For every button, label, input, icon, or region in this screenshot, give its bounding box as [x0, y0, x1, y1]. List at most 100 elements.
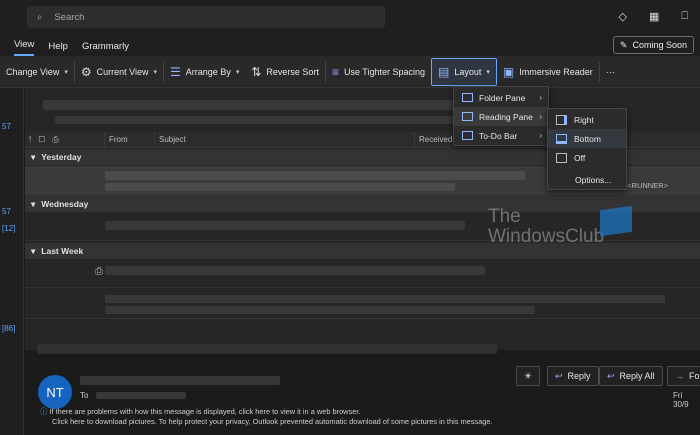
layout-button[interactable]: ▤ Layout ▾	[431, 57, 497, 86]
gift-icon[interactable]: ⎕	[681, 10, 688, 23]
blurred-text	[80, 376, 280, 385]
chevron-down-icon: ▾	[235, 68, 240, 76]
reply-all-button[interactable]: ↩ Reply All	[599, 366, 663, 386]
menu-item-label: Reading Pane	[479, 111, 533, 122]
avatar: NT	[38, 375, 72, 409]
todo-bar-icon	[462, 131, 473, 140]
menu-item-options[interactable]: Options...	[548, 170, 626, 189]
menu-item-right[interactable]: Right	[548, 110, 626, 129]
layout-dropdown: Folder Pane › Reading Pane › To-Do Bar ›	[453, 86, 549, 146]
unread-count[interactable]: [12]	[2, 224, 15, 233]
menu-item-reading-pane[interactable]: Reading Pane ›	[454, 107, 548, 126]
pane-off-icon	[556, 152, 567, 163]
forward-label: Fo	[689, 371, 700, 381]
chevron-down-icon: ▾	[31, 151, 36, 162]
tab-help[interactable]: Help	[48, 41, 68, 56]
chevron-down-icon: ▾	[153, 68, 158, 76]
tab-grammarly[interactable]: Grammarly	[82, 41, 129, 56]
column-subject[interactable]: Subject	[155, 131, 415, 148]
menu-item-label: To-Do Bar	[479, 130, 518, 141]
blurred-text	[105, 183, 455, 191]
reply-button[interactable]: ↩ Reply	[547, 366, 599, 386]
chevron-down-icon: ▾	[64, 68, 68, 76]
info-icon: ⓘ	[40, 407, 48, 416]
forward-button[interactable]: → Fo	[667, 366, 700, 386]
unread-count[interactable]: [86]	[2, 324, 15, 333]
menu-item-off[interactable]: Off	[548, 148, 626, 167]
menu-item-bottom[interactable]: Bottom	[548, 129, 626, 148]
tighter-spacing-label: Use Tighter Spacing	[343, 66, 425, 77]
unread-count[interactable]: 57	[2, 122, 11, 131]
received-date: Fri 30/9	[673, 391, 689, 409]
group-label: Yesterday	[41, 152, 82, 162]
blurred-text	[105, 266, 485, 275]
coming-soon-label: Coming Soon	[632, 40, 687, 50]
chevron-down-icon: ▾	[31, 198, 36, 209]
arrange-by-button[interactable]: ☰ Arrange By ▾	[164, 58, 245, 86]
menu-item-label: Off	[574, 152, 586, 163]
menu-bar: View Help Grammarly	[0, 34, 700, 56]
immersive-reader-button[interactable]: ▣ Immersive Reader	[497, 58, 599, 86]
ribbon: Change View ▾ ⚙ Current View ▾ ☰ Arrange…	[0, 56, 700, 88]
reminder-icon: ☐	[38, 135, 46, 144]
change-view-button[interactable]: Change View ▾	[0, 58, 74, 86]
immersive-reader-icon: ▣	[502, 64, 515, 79]
pane-right-icon	[556, 114, 567, 125]
tab-view[interactable]: View	[14, 39, 35, 56]
search-box[interactable]: ⌕ Search	[27, 6, 385, 28]
importance-icon: !	[29, 135, 32, 144]
chevron-down-icon: ▾	[31, 245, 36, 256]
menu-item-folder-pane[interactable]: Folder Pane ›	[454, 88, 548, 107]
unread-count[interactable]: 57	[2, 207, 11, 216]
blurred-text	[96, 392, 186, 399]
coming-soon-button[interactable]: ✎ Coming Soon	[612, 36, 694, 54]
group-label: Last Week	[41, 246, 84, 256]
forward-icon: →	[675, 371, 684, 381]
info-bar[interactable]: ⓘ If there are problems with how this me…	[40, 407, 493, 427]
watermark-logo	[600, 205, 632, 237]
blurred-text	[43, 100, 463, 110]
column-icons[interactable]: ! ☐ ⎙	[25, 131, 105, 148]
more-options-icon: ···	[605, 66, 615, 77]
grid-icon[interactable]: ▦	[649, 10, 659, 23]
to-label: To	[80, 391, 89, 400]
group-label: Wednesday	[41, 199, 89, 209]
column-from[interactable]: From	[105, 131, 155, 148]
arrange-by-label: Arrange By	[185, 66, 231, 77]
message-row[interactable]: ⎙	[25, 260, 700, 288]
reading-pane-submenu: Right Bottom Off Options...	[547, 108, 627, 190]
more-options-button[interactable]: ···	[600, 58, 621, 86]
paperclip-icon: ⎙	[95, 266, 103, 277]
sun-icon: ☀	[523, 370, 533, 381]
reply-all-label: Reply All	[619, 371, 655, 381]
title-bar-icons: ◇ ▦ ⎕	[619, 10, 688, 23]
message-row[interactable]	[25, 289, 700, 319]
current-view-button[interactable]: ⚙ Current View ▾	[75, 58, 163, 86]
blurred-text	[55, 116, 455, 124]
info-line: Click here to download pictures. To help…	[52, 417, 493, 426]
reply-icon: ↩	[555, 370, 563, 381]
menu-item-todo-bar[interactable]: To-Do Bar ›	[454, 126, 548, 145]
reverse-sort-label: Reverse Sort	[266, 66, 319, 77]
arrange-icon: ☰	[170, 64, 181, 79]
spacing-icon: ≡	[331, 64, 339, 79]
watermark: The WindowsClub	[488, 207, 604, 247]
tighter-spacing-button[interactable]: ≡ Use Tighter Spacing	[326, 58, 431, 86]
attachment-icon: ⎙	[52, 134, 59, 144]
theme-toggle-button[interactable]: ☀	[516, 366, 540, 386]
current-view-label: Current View	[96, 66, 149, 77]
immersive-reader-label: Immersive Reader	[519, 66, 593, 77]
menu-item-label: Bottom	[574, 133, 601, 144]
diamond-icon[interactable]: ◇	[619, 10, 627, 23]
blurred-text	[105, 171, 525, 180]
reverse-sort-button[interactable]: ⇅ Reverse Sort	[245, 58, 325, 86]
gear-icon: ⚙	[80, 64, 92, 79]
menu-item-label: Folder Pane	[479, 92, 526, 103]
sort-arrows-icon: ⇅	[251, 64, 262, 79]
folder-pane-icon	[462, 93, 473, 102]
reply-label: Reply	[567, 371, 591, 381]
watermark-line: The	[488, 206, 521, 227]
menu-item-label: Options...	[575, 174, 612, 185]
megaphone-icon: ✎	[619, 39, 628, 50]
chevron-right-icon: ›	[539, 131, 542, 140]
